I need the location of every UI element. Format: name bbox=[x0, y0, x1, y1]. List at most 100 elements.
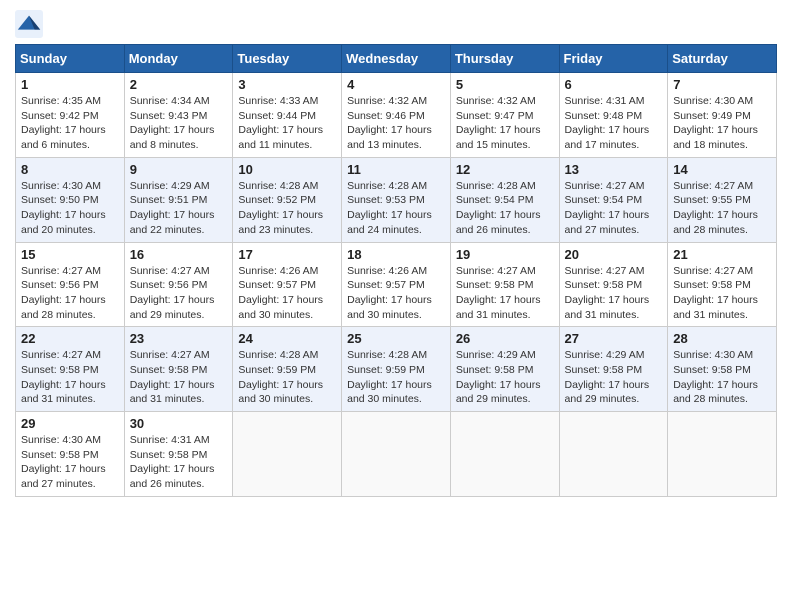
day-number: 9 bbox=[130, 162, 228, 177]
day-info: Sunrise: 4:31 AMSunset: 9:58 PMDaylight:… bbox=[130, 434, 215, 490]
calendar-cell: 28 Sunrise: 4:30 AMSunset: 9:58 PMDaylig… bbox=[668, 327, 777, 412]
calendar-cell: 6 Sunrise: 4:31 AMSunset: 9:48 PMDayligh… bbox=[559, 73, 668, 158]
day-number: 13 bbox=[565, 162, 663, 177]
day-info: Sunrise: 4:27 AMSunset: 9:58 PMDaylight:… bbox=[456, 265, 541, 321]
calendar-cell: 24 Sunrise: 4:28 AMSunset: 9:59 PMDaylig… bbox=[233, 327, 342, 412]
calendar-cell bbox=[450, 412, 559, 497]
calendar-cell: 20 Sunrise: 4:27 AMSunset: 9:58 PMDaylig… bbox=[559, 242, 668, 327]
calendar-cell: 25 Sunrise: 4:28 AMSunset: 9:59 PMDaylig… bbox=[342, 327, 451, 412]
calendar-cell: 12 Sunrise: 4:28 AMSunset: 9:54 PMDaylig… bbox=[450, 157, 559, 242]
calendar-cell: 26 Sunrise: 4:29 AMSunset: 9:58 PMDaylig… bbox=[450, 327, 559, 412]
calendar-cell: 8 Sunrise: 4:30 AMSunset: 9:50 PMDayligh… bbox=[16, 157, 125, 242]
day-number: 23 bbox=[130, 331, 228, 346]
day-info: Sunrise: 4:30 AMSunset: 9:50 PMDaylight:… bbox=[21, 180, 106, 236]
day-number: 18 bbox=[347, 247, 445, 262]
day-number: 1 bbox=[21, 77, 119, 92]
day-info: Sunrise: 4:30 AMSunset: 9:58 PMDaylight:… bbox=[673, 349, 758, 405]
column-header-monday: Monday bbox=[124, 45, 233, 73]
calendar-cell: 13 Sunrise: 4:27 AMSunset: 9:54 PMDaylig… bbox=[559, 157, 668, 242]
calendar-cell: 17 Sunrise: 4:26 AMSunset: 9:57 PMDaylig… bbox=[233, 242, 342, 327]
calendar-cell bbox=[233, 412, 342, 497]
day-number: 24 bbox=[238, 331, 336, 346]
column-header-wednesday: Wednesday bbox=[342, 45, 451, 73]
day-number: 11 bbox=[347, 162, 445, 177]
calendar-week-row: 1 Sunrise: 4:35 AMSunset: 9:42 PMDayligh… bbox=[16, 73, 777, 158]
column-header-tuesday: Tuesday bbox=[233, 45, 342, 73]
calendar-cell: 22 Sunrise: 4:27 AMSunset: 9:58 PMDaylig… bbox=[16, 327, 125, 412]
day-info: Sunrise: 4:30 AMSunset: 9:58 PMDaylight:… bbox=[21, 434, 106, 490]
calendar-cell: 1 Sunrise: 4:35 AMSunset: 9:42 PMDayligh… bbox=[16, 73, 125, 158]
calendar-cell: 23 Sunrise: 4:27 AMSunset: 9:58 PMDaylig… bbox=[124, 327, 233, 412]
calendar-cell: 29 Sunrise: 4:30 AMSunset: 9:58 PMDaylig… bbox=[16, 412, 125, 497]
day-info: Sunrise: 4:27 AMSunset: 9:58 PMDaylight:… bbox=[130, 349, 215, 405]
day-info: Sunrise: 4:29 AMSunset: 9:51 PMDaylight:… bbox=[130, 180, 215, 236]
column-header-saturday: Saturday bbox=[668, 45, 777, 73]
day-number: 8 bbox=[21, 162, 119, 177]
day-number: 26 bbox=[456, 331, 554, 346]
day-info: Sunrise: 4:27 AMSunset: 9:58 PMDaylight:… bbox=[673, 265, 758, 321]
calendar-cell: 15 Sunrise: 4:27 AMSunset: 9:56 PMDaylig… bbox=[16, 242, 125, 327]
day-info: Sunrise: 4:27 AMSunset: 9:55 PMDaylight:… bbox=[673, 180, 758, 236]
day-info: Sunrise: 4:35 AMSunset: 9:42 PMDaylight:… bbox=[21, 95, 106, 151]
day-info: Sunrise: 4:30 AMSunset: 9:49 PMDaylight:… bbox=[673, 95, 758, 151]
day-info: Sunrise: 4:27 AMSunset: 9:56 PMDaylight:… bbox=[21, 265, 106, 321]
calendar-cell: 14 Sunrise: 4:27 AMSunset: 9:55 PMDaylig… bbox=[668, 157, 777, 242]
day-number: 4 bbox=[347, 77, 445, 92]
calendar-cell: 27 Sunrise: 4:29 AMSunset: 9:58 PMDaylig… bbox=[559, 327, 668, 412]
day-number: 28 bbox=[673, 331, 771, 346]
day-number: 30 bbox=[130, 416, 228, 431]
calendar-week-row: 22 Sunrise: 4:27 AMSunset: 9:58 PMDaylig… bbox=[16, 327, 777, 412]
calendar-header-row: SundayMondayTuesdayWednesdayThursdayFrid… bbox=[16, 45, 777, 73]
day-info: Sunrise: 4:27 AMSunset: 9:58 PMDaylight:… bbox=[565, 265, 650, 321]
calendar-week-row: 15 Sunrise: 4:27 AMSunset: 9:56 PMDaylig… bbox=[16, 242, 777, 327]
day-info: Sunrise: 4:31 AMSunset: 9:48 PMDaylight:… bbox=[565, 95, 650, 151]
calendar-cell: 3 Sunrise: 4:33 AMSunset: 9:44 PMDayligh… bbox=[233, 73, 342, 158]
day-number: 16 bbox=[130, 247, 228, 262]
calendar-cell: 18 Sunrise: 4:26 AMSunset: 9:57 PMDaylig… bbox=[342, 242, 451, 327]
calendar-cell: 5 Sunrise: 4:32 AMSunset: 9:47 PMDayligh… bbox=[450, 73, 559, 158]
day-info: Sunrise: 4:26 AMSunset: 9:57 PMDaylight:… bbox=[347, 265, 432, 321]
day-info: Sunrise: 4:28 AMSunset: 9:53 PMDaylight:… bbox=[347, 180, 432, 236]
day-info: Sunrise: 4:27 AMSunset: 9:56 PMDaylight:… bbox=[130, 265, 215, 321]
day-number: 20 bbox=[565, 247, 663, 262]
day-info: Sunrise: 4:32 AMSunset: 9:47 PMDaylight:… bbox=[456, 95, 541, 151]
day-number: 10 bbox=[238, 162, 336, 177]
calendar-cell bbox=[559, 412, 668, 497]
day-info: Sunrise: 4:29 AMSunset: 9:58 PMDaylight:… bbox=[565, 349, 650, 405]
day-number: 21 bbox=[673, 247, 771, 262]
logo-icon bbox=[15, 10, 43, 38]
calendar-cell: 11 Sunrise: 4:28 AMSunset: 9:53 PMDaylig… bbox=[342, 157, 451, 242]
calendar-cell: 19 Sunrise: 4:27 AMSunset: 9:58 PMDaylig… bbox=[450, 242, 559, 327]
calendar-cell: 16 Sunrise: 4:27 AMSunset: 9:56 PMDaylig… bbox=[124, 242, 233, 327]
day-info: Sunrise: 4:29 AMSunset: 9:58 PMDaylight:… bbox=[456, 349, 541, 405]
calendar-cell: 9 Sunrise: 4:29 AMSunset: 9:51 PMDayligh… bbox=[124, 157, 233, 242]
day-number: 27 bbox=[565, 331, 663, 346]
day-info: Sunrise: 4:28 AMSunset: 9:52 PMDaylight:… bbox=[238, 180, 323, 236]
calendar-cell: 2 Sunrise: 4:34 AMSunset: 9:43 PMDayligh… bbox=[124, 73, 233, 158]
page-header bbox=[15, 10, 777, 38]
calendar-cell: 21 Sunrise: 4:27 AMSunset: 9:58 PMDaylig… bbox=[668, 242, 777, 327]
day-info: Sunrise: 4:32 AMSunset: 9:46 PMDaylight:… bbox=[347, 95, 432, 151]
column-header-sunday: Sunday bbox=[16, 45, 125, 73]
calendar-cell: 10 Sunrise: 4:28 AMSunset: 9:52 PMDaylig… bbox=[233, 157, 342, 242]
day-number: 29 bbox=[21, 416, 119, 431]
day-number: 22 bbox=[21, 331, 119, 346]
column-header-friday: Friday bbox=[559, 45, 668, 73]
calendar-week-row: 29 Sunrise: 4:30 AMSunset: 9:58 PMDaylig… bbox=[16, 412, 777, 497]
calendar-week-row: 8 Sunrise: 4:30 AMSunset: 9:50 PMDayligh… bbox=[16, 157, 777, 242]
day-info: Sunrise: 4:26 AMSunset: 9:57 PMDaylight:… bbox=[238, 265, 323, 321]
day-number: 12 bbox=[456, 162, 554, 177]
calendar-cell bbox=[668, 412, 777, 497]
day-number: 17 bbox=[238, 247, 336, 262]
day-number: 3 bbox=[238, 77, 336, 92]
day-info: Sunrise: 4:27 AMSunset: 9:54 PMDaylight:… bbox=[565, 180, 650, 236]
day-number: 6 bbox=[565, 77, 663, 92]
day-number: 5 bbox=[456, 77, 554, 92]
calendar-cell: 30 Sunrise: 4:31 AMSunset: 9:58 PMDaylig… bbox=[124, 412, 233, 497]
column-header-thursday: Thursday bbox=[450, 45, 559, 73]
day-number: 2 bbox=[130, 77, 228, 92]
day-info: Sunrise: 4:28 AMSunset: 9:59 PMDaylight:… bbox=[347, 349, 432, 405]
day-info: Sunrise: 4:28 AMSunset: 9:59 PMDaylight:… bbox=[238, 349, 323, 405]
calendar-table: SundayMondayTuesdayWednesdayThursdayFrid… bbox=[15, 44, 777, 497]
day-info: Sunrise: 4:27 AMSunset: 9:58 PMDaylight:… bbox=[21, 349, 106, 405]
